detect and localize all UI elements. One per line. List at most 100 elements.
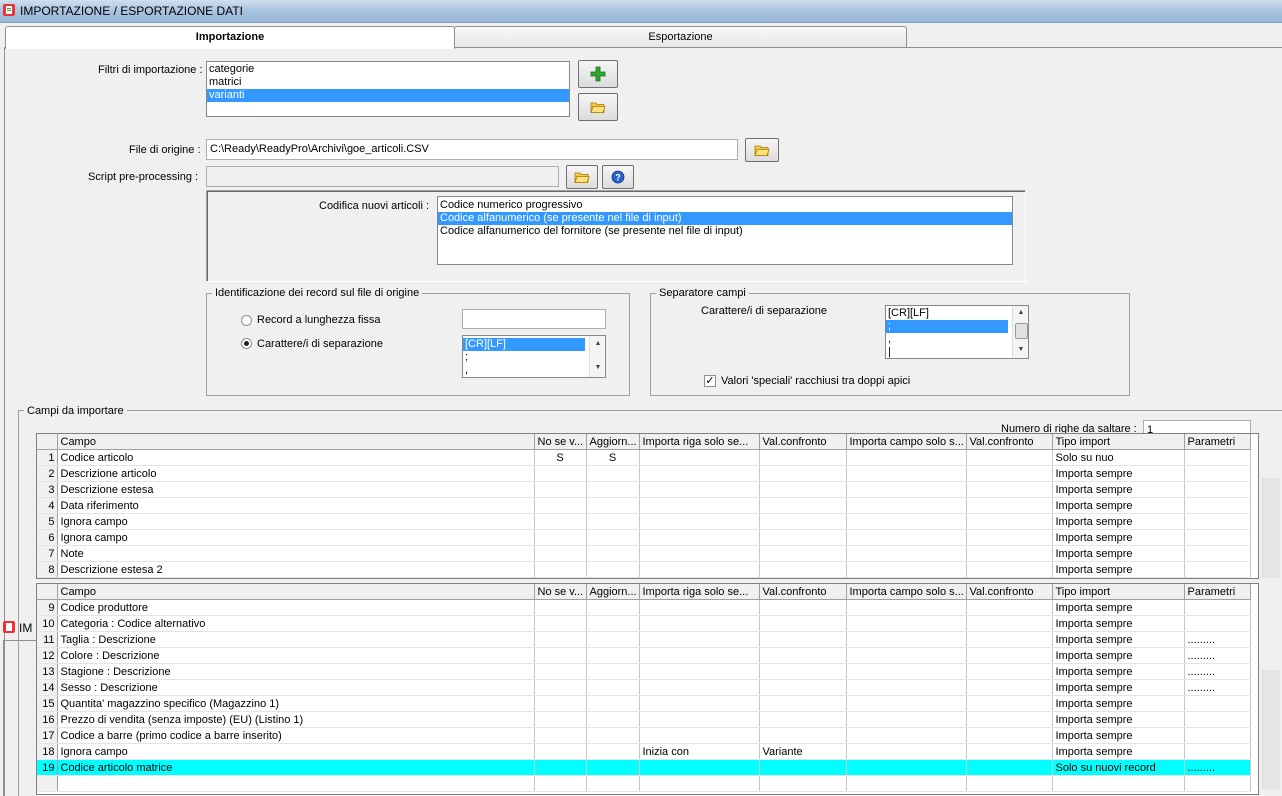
column-header[interactable]: Importa riga solo se... <box>639 584 760 600</box>
grid-cell-val2[interactable] <box>966 545 1053 562</box>
add-filter-button[interactable] <box>578 60 618 88</box>
grid-cell-agg[interactable]: S <box>586 449 640 466</box>
grid-cell-campo[interactable]: Colore : Descrizione <box>57 647 535 664</box>
grid-cell-val2[interactable] <box>966 679 1053 696</box>
grid-cell-tipo[interactable]: Importa sempre <box>1052 497 1185 514</box>
grid-cell-imprig[interactable] <box>639 695 760 712</box>
grid-cell-impcam[interactable] <box>846 497 967 514</box>
grid-cell-val1[interactable] <box>759 775 847 792</box>
column-header[interactable]: No se v... <box>534 584 587 600</box>
grid-cell-val1[interactable] <box>759 449 847 466</box>
grid-cell-val1[interactable] <box>759 647 847 664</box>
grid-cell-val1[interactable] <box>759 695 847 712</box>
grid-cell-param[interactable] <box>1184 513 1251 530</box>
codifica-listbox[interactable]: Codice numerico progressivo Codice alfan… <box>437 196 1013 265</box>
grid-cell-param[interactable] <box>1184 497 1251 514</box>
grid-cell-tipo[interactable]: Importa sempre <box>1052 615 1185 632</box>
column-header[interactable]: Importa campo solo s... <box>846 584 967 600</box>
grid-cell-val2[interactable] <box>966 465 1053 482</box>
table-row[interactable]: 8 Descrizione estesa 2 Importa sempre <box>37 561 1251 578</box>
grid-cell-agg[interactable] <box>586 481 640 498</box>
tab-esportazione[interactable]: Esportazione <box>454 26 907 48</box>
column-header[interactable]: Campo <box>57 584 535 600</box>
grid-cell-campo[interactable]: Ignora campo <box>57 743 535 760</box>
script-help-button[interactable]: ? <box>602 165 634 189</box>
grid-cell-nosev[interactable] <box>534 647 587 664</box>
grid-cell-imprig[interactable] <box>639 727 760 744</box>
grid-cell-tipo[interactable]: Solo su nuo <box>1052 449 1185 466</box>
campi-grid-bottom[interactable]: Campo No se v... Aggiorn... Importa riga so… <box>36 583 1259 795</box>
table-row[interactable]: 3 Descrizione estesa Importa sempre <box>37 481 1251 498</box>
grid-cell-tipo[interactable]: Importa sempre <box>1052 513 1185 530</box>
column-header[interactable]: Aggiorn... <box>586 434 640 450</box>
grid-cell-param[interactable]: ......... <box>1184 679 1251 696</box>
grid-cell-agg[interactable] <box>586 759 640 776</box>
table-row[interactable]: 5 Ignora campo Importa sempre <box>37 513 1251 530</box>
grid-cell-nosev[interactable] <box>534 679 587 696</box>
table-row[interactable]: 4 Data riferimento Importa sempre <box>37 497 1251 514</box>
grid-cell-campo[interactable]: Quantita' magazzino specifico (Magazzino… <box>57 695 535 712</box>
grid-cell-tipo[interactable]: Importa sempre <box>1052 529 1185 546</box>
file-origine-input[interactable]: C:\Ready\ReadyPro\Archivi\goe_articoli.C… <box>206 139 738 160</box>
list-item[interactable]: Codice alfanumerico del fornitore (se pr… <box>438 225 1012 238</box>
grid-cell-imprig[interactable] <box>639 711 760 728</box>
grid-cell-imprig[interactable] <box>639 545 760 562</box>
grid-cell-tipo[interactable]: Importa sempre <box>1052 727 1185 744</box>
grid-cell-nosev[interactable] <box>534 759 587 776</box>
filtri-listbox[interactable]: categorie matrici varianti <box>206 61 570 117</box>
list-item[interactable]: [CR][LF] <box>463 338 585 351</box>
grid-cell-val1[interactable] <box>759 663 847 680</box>
grid-cell-campo[interactable]: Stagione : Descrizione <box>57 663 535 680</box>
grid-cell-agg[interactable] <box>586 647 640 664</box>
list-item[interactable]: varianti <box>207 89 569 102</box>
column-header[interactable]: Val.confronto <box>759 584 847 600</box>
column-header[interactable]: Val.confronto <box>759 434 847 450</box>
grid-cell-param[interactable]: ......... <box>1184 631 1251 648</box>
list-item[interactable]: Codice alfanumerico (se presente nel fil… <box>438 212 1012 225</box>
grid-cell-val1[interactable] <box>759 561 847 578</box>
grid-cell-val1[interactable] <box>759 679 847 696</box>
table-row[interactable] <box>37 775 1251 792</box>
grid-cell-val2[interactable] <box>966 759 1053 776</box>
column-header[interactable]: Val.confronto <box>966 584 1053 600</box>
list-item[interactable]: [CR][LF] <box>886 307 1028 320</box>
scrollbar-thumb[interactable] <box>1015 323 1028 339</box>
table-row[interactable]: 15 Quantita' magazzino specifico (Magazzi… <box>37 695 1251 712</box>
grid-cell-agg[interactable] <box>586 529 640 546</box>
grid-cell-param[interactable] <box>1184 449 1251 466</box>
grid-cell-campo[interactable]: Codice articolo <box>57 449 535 466</box>
column-header[interactable]: Parametri <box>1184 434 1251 450</box>
grid-cell-val2[interactable] <box>966 711 1053 728</box>
column-header[interactable]: Tipo import <box>1052 434 1185 450</box>
grid-cell-tipo[interactable]: Importa sempre <box>1052 679 1185 696</box>
grid-cell-nosev[interactable] <box>534 727 587 744</box>
grid-cell-tipo[interactable]: Importa sempre <box>1052 545 1185 562</box>
grid-cell-agg[interactable] <box>586 599 640 616</box>
grid-cell-nosev[interactable] <box>534 775 587 792</box>
grid-cell-impcam[interactable] <box>846 695 967 712</box>
grid-cell-nosev[interactable] <box>534 481 587 498</box>
table-row[interactable]: 2 Descrizione articolo Importa sempre <box>37 465 1251 482</box>
grid-cell-impcam[interactable] <box>846 711 967 728</box>
grid-cell-param[interactable] <box>1184 481 1251 498</box>
list-item[interactable]: matrici <box>207 76 569 89</box>
grid-cell-tipo[interactable]: Importa sempre <box>1052 647 1185 664</box>
grid-cell-impcam[interactable] <box>846 679 967 696</box>
column-header[interactable]: Importa campo solo s... <box>846 434 967 450</box>
grid-cell-imprig[interactable] <box>639 481 760 498</box>
grid-cell-tipo[interactable]: Importa sempre <box>1052 743 1185 760</box>
grid-cell-campo[interactable]: Prezzo di vendita (senza imposte) (EU) (… <box>57 711 535 728</box>
grid-cell-impcam[interactable] <box>846 775 967 792</box>
grid-cell-imprig[interactable] <box>639 465 760 482</box>
grid-cell-imprig[interactable] <box>639 599 760 616</box>
grid-cell-param[interactable] <box>1184 711 1251 728</box>
grid-cell-param[interactable] <box>1184 743 1251 760</box>
grid-cell-agg[interactable] <box>586 743 640 760</box>
grid-cell-nosev[interactable] <box>534 465 587 482</box>
grid-cell-val1[interactable] <box>759 497 847 514</box>
grid-cell-impcam[interactable] <box>846 465 967 482</box>
grid-cell-agg[interactable] <box>586 695 640 712</box>
column-header[interactable]: No se v... <box>534 434 587 450</box>
grid-cell-val2[interactable] <box>966 599 1053 616</box>
grid-cell-nosev[interactable] <box>534 513 587 530</box>
